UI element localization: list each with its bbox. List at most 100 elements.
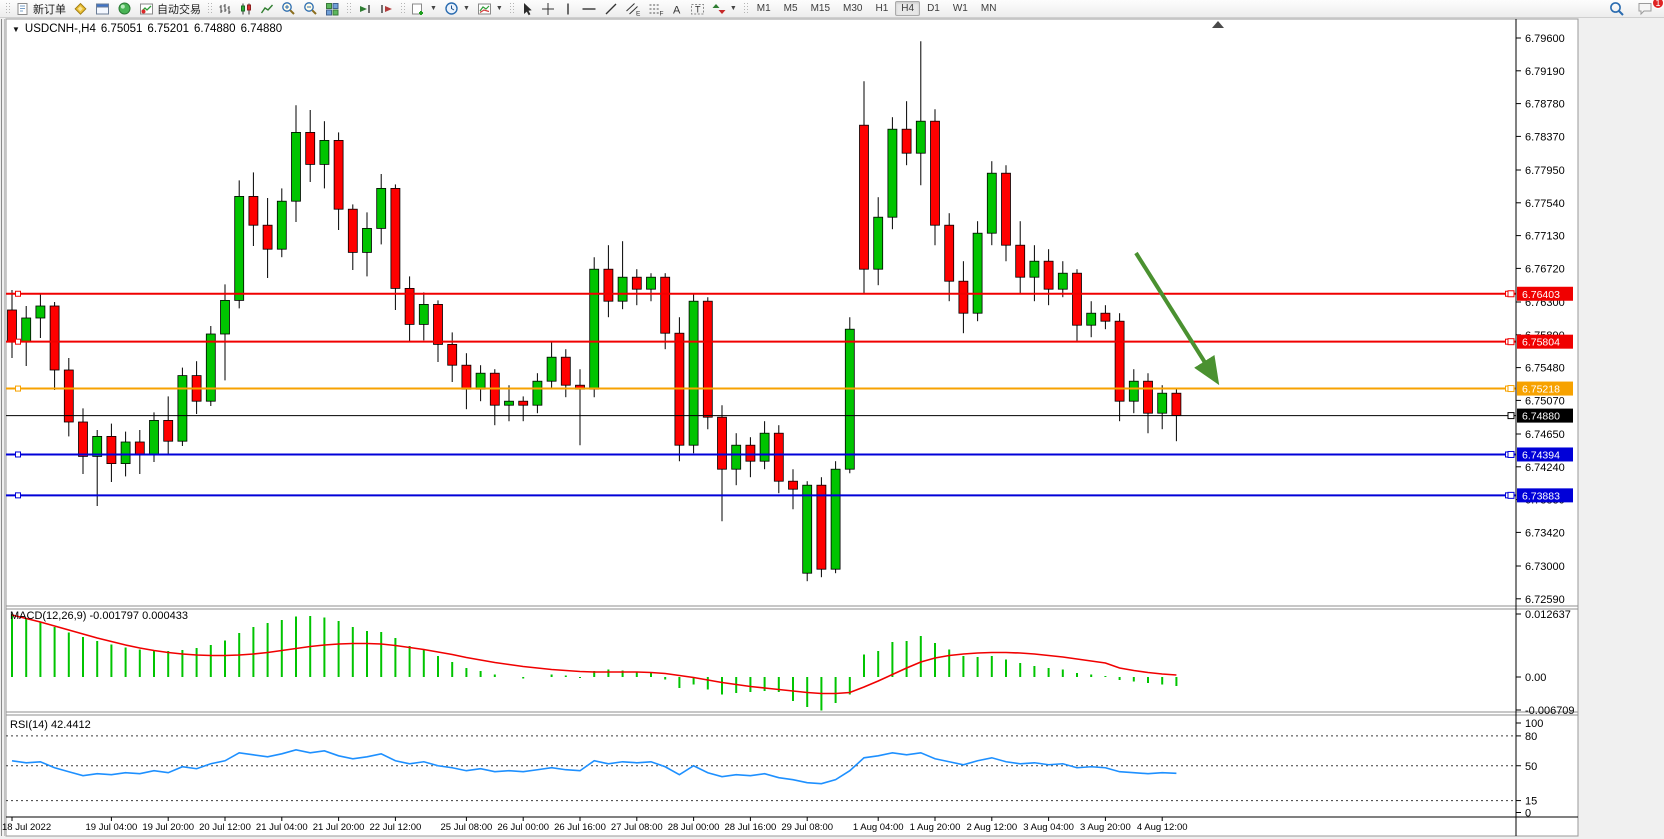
zoom-out-button[interactable] [300,1,321,17]
candle-body [462,365,471,389]
line-handle[interactable] [16,291,21,296]
candle-body [1073,273,1082,325]
line-handle[interactable] [16,452,21,457]
chevron-down-icon: ▼ [496,5,503,12]
tf-button-H4[interactable]: H4 [895,1,920,16]
vertical-line-icon [562,2,574,16]
chevron-down-icon: ▼ [430,5,437,12]
templates-button[interactable]: ▼ [474,1,506,17]
candle-body [774,433,783,481]
data-window-button[interactable] [92,1,113,17]
line-chart-icon [260,2,274,16]
price-tick-label: 6.74650 [1525,429,1565,441]
periods-button[interactable]: ▼ [441,1,473,17]
candle-body [647,277,656,289]
toolbar-grip[interactable] [207,2,212,15]
candle-body [703,301,712,417]
add-indicator-button[interactable]: ▼ [408,1,440,17]
search-button[interactable] [1606,1,1628,17]
new-order-icon [16,2,30,16]
svg-text:E: E [636,10,641,16]
chart-shift-button[interactable] [376,1,397,17]
time-tick-label: 18 Jul 2022 [2,822,51,833]
channel-tool-button[interactable]: E [622,1,644,17]
candle-body [36,306,45,318]
line-axis-handle [1508,451,1514,457]
rsi-tick-label: 15 [1525,796,1537,808]
toolbar-right-group: 1 [1606,1,1661,17]
toolbar-grip[interactable] [743,2,748,15]
toolbar-grip[interactable] [346,2,351,15]
candle-body [249,196,258,225]
navigator-button[interactable] [114,1,135,17]
tile-windows-button[interactable] [322,1,343,17]
candle-body [277,201,286,249]
tf-button-MN[interactable]: MN [975,1,1003,16]
chart-window[interactable] [6,19,1578,836]
crosshair-tool-button[interactable] [538,1,558,17]
tf-button-M1[interactable]: M1 [751,1,777,16]
shapes-tool-button[interactable]: ▼ [709,1,740,17]
macd-tick-label: 0.00 [1525,672,1546,684]
market-watch-button[interactable] [70,1,91,17]
candle-body [8,310,17,342]
tf-button-D1[interactable]: D1 [921,1,946,16]
candle-body [1129,381,1138,401]
zoom-in-button[interactable] [278,1,299,17]
toolbar-grip[interactable] [509,2,514,15]
trendline-tool-button[interactable] [601,1,621,17]
new-order-button[interactable]: 新订单 [13,1,69,17]
timeframe-switcher: M1M5M15M30H1H4D1W1MN [751,1,1003,16]
price-tick-label: 6.75480 [1525,363,1565,375]
rsi-value: 42.4412 [51,719,91,731]
candle-body [263,225,272,249]
auto-scroll-button[interactable] [354,1,375,17]
text-icon: A [671,2,683,16]
auto-trading-button[interactable]: 自动交易 [136,1,204,17]
tf-button-M30[interactable]: M30 [837,1,868,16]
line-chart-button[interactable] [257,1,277,17]
candle-body [206,334,215,401]
candle-body [845,329,854,469]
vertical-line-tool-button[interactable] [559,1,577,17]
candle-body [1087,313,1096,325]
candle-body [1158,393,1167,413]
tf-button-M5[interactable]: M5 [778,1,804,16]
quote-high: 6.75201 [147,23,189,35]
toolbar-grip[interactable] [5,2,10,15]
rsi-indicator-label: RSI(14) 42.4412 [10,719,91,731]
notifications-button[interactable]: 1 [1634,1,1657,17]
tf-button-M15[interactable]: M15 [805,1,836,16]
candle-body [860,125,869,269]
ohlc-bars-button[interactable] [215,1,235,17]
line-handle[interactable] [16,339,21,344]
text-label-tool-button[interactable]: T [687,1,708,17]
candle-body [547,357,556,381]
line-axis-handle [1508,291,1514,297]
line-handle[interactable] [16,386,21,391]
candle-body [931,121,940,225]
tf-button-H1[interactable]: H1 [869,1,894,16]
cursor-tool-button[interactable] [517,1,537,17]
text-tool-button[interactable]: A [668,1,686,17]
chart-canvas[interactable]: 6.796006.791906.787806.783706.779506.775… [0,0,1664,839]
quote-dropdown-toggle[interactable]: ▼ [12,25,20,34]
price-tick-label: 6.79600 [1525,33,1565,45]
candle-body [561,357,570,385]
candle-body [916,121,925,153]
horizontal-line-tool-button[interactable] [578,1,600,17]
fibonacci-tool-button[interactable]: F [645,1,667,17]
data-window-icon [95,2,110,16]
candle-body [107,436,116,463]
candle-body [973,233,982,313]
candle-body [604,269,613,301]
line-handle[interactable] [16,493,21,498]
candle-body [1058,273,1067,289]
line-axis-handle [1508,413,1514,419]
tf-button-W1[interactable]: W1 [947,1,974,16]
price-tick-label: 6.79190 [1525,66,1565,78]
toolbar-grip[interactable] [400,2,405,15]
candlestick-button[interactable] [236,1,256,17]
candle-body [150,420,159,454]
trading-platform-window: 新订单 自动交易 [0,0,1664,839]
